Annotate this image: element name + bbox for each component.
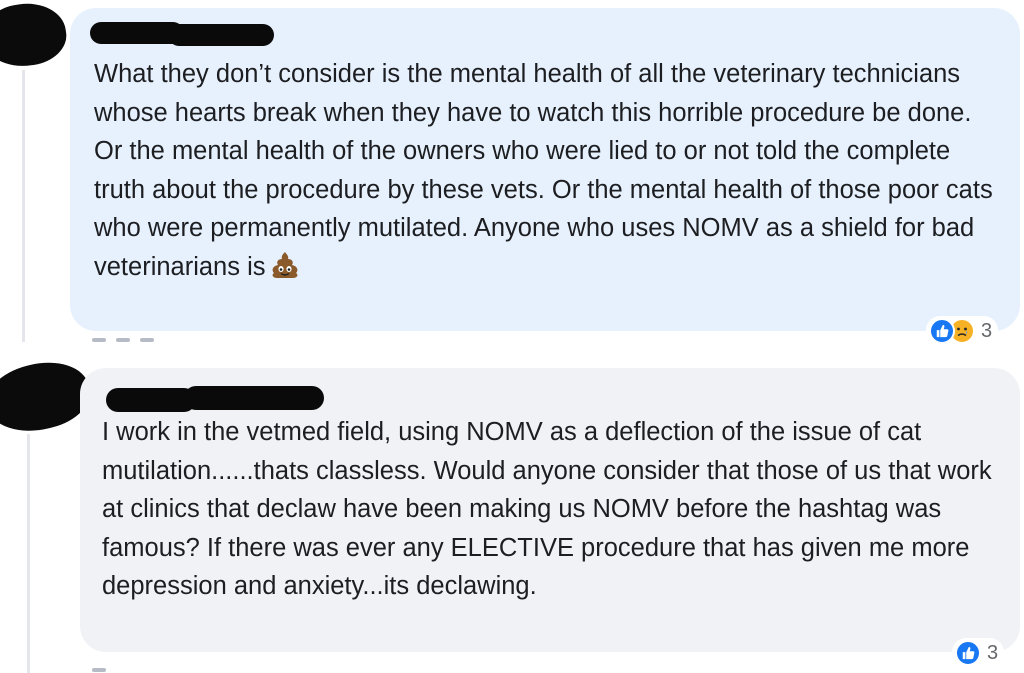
comment-body: What they don’t consider is the mental h… (94, 60, 993, 281)
thread-line (22, 70, 25, 342)
thread-line (27, 434, 30, 673)
panel-divider (0, 342, 1024, 350)
reaction-summary[interactable]: 3 (926, 316, 999, 342)
poo-emoji-icon (272, 251, 297, 278)
comment-text: What they don’t consider is the mental h… (94, 55, 1006, 287)
reaction-count: 3 (981, 320, 993, 342)
redacted-author-name[interactable] (106, 388, 196, 412)
comment-item: What they don’t consider is the mental h… (0, 0, 1024, 342)
reaction-summary[interactable]: 3 (952, 638, 1005, 668)
like-icon (955, 640, 981, 666)
redacted-author-name[interactable] (168, 24, 274, 46)
comment-item: I work in the vetmed field, using NOMV a… (0, 350, 1024, 673)
reaction-count: 3 (987, 642, 999, 664)
comment-text: I work in the vetmed field, using NOMV a… (102, 413, 1002, 606)
action-link-cropped[interactable] (92, 668, 106, 672)
redacted-author-name[interactable] (184, 386, 324, 410)
comment-actions-cropped (92, 668, 106, 673)
comment-bubble: What they don’t consider is the mental h… (70, 8, 1020, 331)
comment-bubble: I work in the vetmed field, using NOMV a… (80, 368, 1020, 652)
avatar-redacted[interactable] (0, 0, 70, 72)
like-icon (929, 318, 955, 342)
comment-body: I work in the vetmed field, using NOMV a… (102, 418, 992, 601)
